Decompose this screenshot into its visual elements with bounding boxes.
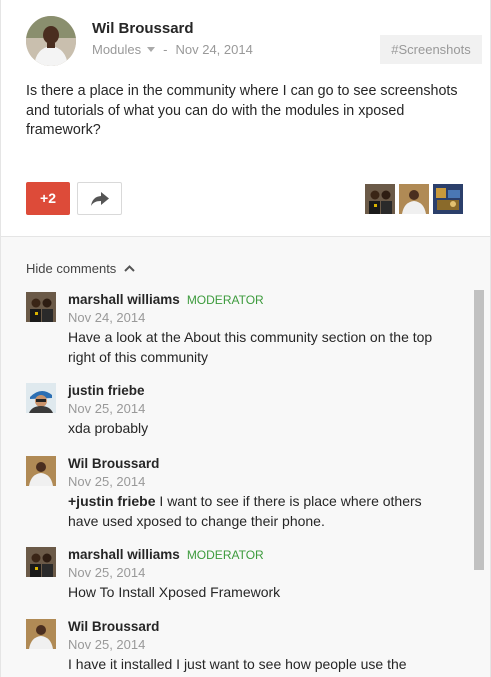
comment-text: Have a look at the About this community … [68, 329, 433, 365]
comment-date[interactable]: Nov 25, 2014 [68, 474, 145, 489]
hashtag-chip[interactable]: #Screenshots [380, 35, 482, 64]
commenter-avatar[interactable] [26, 619, 56, 649]
commenter-name[interactable]: marshall williams MODERATOR [68, 547, 264, 562]
comments-scrollbar[interactable] [474, 290, 484, 677]
scrollbar-thumb[interactable] [474, 290, 484, 570]
comment-text: How To Install Xposed Framework [68, 584, 281, 600]
comments-section: Hide comments marshall williams MODERATOR… [1, 236, 490, 677]
post-date[interactable]: Nov 24, 2014 [175, 42, 252, 57]
comment-date[interactable]: Nov 25, 2014 [68, 401, 145, 416]
post-header: Wil Broussard Modules - Nov 24, 2014 #Sc… [1, 0, 490, 236]
commenter-name[interactable]: justin friebe [68, 383, 145, 398]
post-text: Is there a place in the community where … [26, 83, 458, 138]
commenter-avatar[interactable] [26, 456, 56, 486]
moderator-badge: MODERATOR [186, 548, 264, 562]
mention-link[interactable]: +justin friebe [68, 493, 156, 509]
commenter-name[interactable]: Wil Broussard [68, 619, 159, 634]
post-card: Wil Broussard Modules - Nov 24, 2014 #Sc… [0, 0, 491, 677]
commenter-avatar[interactable] [26, 547, 56, 577]
comment-date[interactable]: Nov 25, 2014 [68, 565, 145, 580]
pluser-avatar[interactable] [399, 184, 429, 214]
commenter-avatar[interactable] [26, 292, 56, 322]
comment-date[interactable]: Nov 24, 2014 [68, 310, 145, 325]
commenter-name[interactable]: Wil Broussard [68, 456, 159, 471]
share-button[interactable] [77, 182, 122, 215]
plus-one-button[interactable]: +2 [26, 182, 70, 215]
pluser-avatar[interactable] [433, 184, 463, 214]
moderator-badge: MODERATOR [186, 293, 264, 307]
hide-comments-label: Hide comments [26, 261, 117, 276]
post-author[interactable]: Wil Broussard [92, 20, 194, 37]
author-avatar[interactable] [26, 16, 76, 66]
chevron-down-icon[interactable] [147, 47, 156, 52]
community-name[interactable]: Modules [92, 42, 141, 57]
share-arrow-icon [90, 191, 109, 206]
comment-text: +justin friebe I want to see if there is… [68, 493, 422, 529]
meta-separator: - [163, 42, 168, 57]
comment-date[interactable]: Nov 25, 2014 [68, 637, 145, 652]
comment-text: I have it installed I just want to see h… [68, 656, 407, 677]
chevron-up-icon [124, 265, 136, 272]
pluser-avatar[interactable] [365, 184, 395, 214]
comment-text: xda probably [68, 420, 149, 436]
plusers-list [365, 184, 463, 214]
commenter-avatar[interactable] [26, 383, 56, 413]
hide-comments-toggle[interactable]: Hide comments [26, 261, 136, 276]
commenter-name[interactable]: marshall williams MODERATOR [68, 292, 264, 307]
post-meta: Modules - Nov 24, 2014 [92, 42, 253, 57]
